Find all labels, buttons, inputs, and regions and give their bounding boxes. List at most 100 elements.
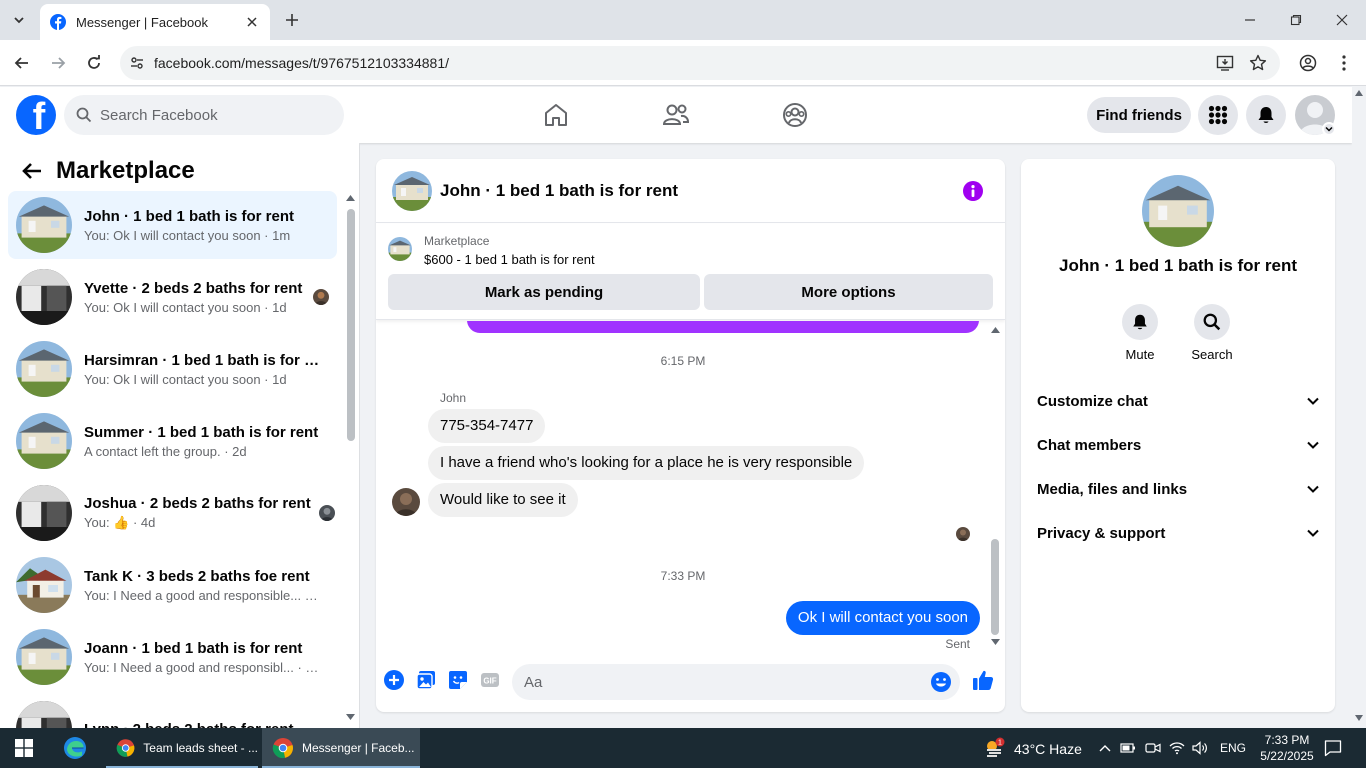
message-thread-scrollbar[interactable]	[988, 321, 1002, 653]
tab-search-button[interactable]	[6, 7, 32, 33]
friends-nav-button[interactable]	[660, 99, 692, 131]
incoming-message[interactable]: Would like to see it	[428, 483, 578, 517]
search-in-chat-button[interactable]: Search	[1182, 304, 1242, 362]
close-window-button[interactable]	[1322, 6, 1362, 34]
restore-button[interactable]	[1276, 6, 1316, 34]
site-info-icon[interactable]	[120, 55, 154, 71]
chat-avatar[interactable]	[392, 170, 432, 211]
clock-date[interactable]: 5/22/2025	[1255, 749, 1319, 763]
mark-as-pending-button[interactable]: Mark as pending	[388, 274, 700, 310]
info-icon[interactable]	[963, 181, 983, 201]
find-friends-button[interactable]: Find friends	[1087, 97, 1191, 133]
conversation-item[interactable]: Lynn · 2 beds 2 baths for rent	[8, 695, 337, 728]
conversation-item[interactable]: Joshua · 2 beds 2 baths for rent You: 👍 ·…	[8, 479, 337, 547]
message-input[interactable]	[524, 673, 914, 691]
clock-time[interactable]: 7:33 PM	[1261, 733, 1313, 747]
privacy-support-section[interactable]: Privacy & support	[1029, 513, 1327, 553]
timestamp: 6:15 PM	[660, 354, 706, 368]
forward-button[interactable]	[46, 51, 70, 75]
conversation-item[interactable]: Harsimran · 1 bed 1 bath is for re... You…	[8, 335, 337, 403]
conversation-list-scrollbar[interactable]	[344, 191, 356, 725]
conversation-item[interactable]: Yvette · 2 beds 2 baths for rent You: Ok …	[8, 263, 337, 331]
volume-icon[interactable]	[1192, 740, 1208, 756]
back-button[interactable]	[10, 51, 34, 75]
grid-menu-icon	[1208, 105, 1228, 125]
start-button[interactable]	[0, 728, 48, 768]
home-nav-button[interactable]	[540, 99, 572, 131]
listing-title[interactable]: $600 - 1 bed 1 bath is for rent	[424, 252, 595, 267]
groups-icon	[783, 103, 807, 127]
read-receipt-avatar	[318, 505, 335, 521]
conversation-name: Lynn · 2 beds 2 baths for rent	[84, 721, 320, 729]
scrollbar-thumb[interactable]	[991, 539, 999, 635]
input-language[interactable]: ENG	[1220, 741, 1246, 755]
notification-center-icon[interactable]	[1324, 739, 1342, 757]
details-avatar[interactable]	[1142, 175, 1214, 247]
tab-close-icon[interactable]	[244, 14, 260, 30]
outgoing-message[interactable]: Ok I will contact you soon	[785, 601, 980, 635]
message-input-box[interactable]	[512, 664, 960, 700]
chat-members-section[interactable]: Chat members	[1029, 425, 1327, 465]
conversation-photo	[16, 413, 72, 469]
back-arrow-icon[interactable]	[16, 155, 48, 187]
sent-status: Sent	[945, 637, 970, 651]
facebook-search-input[interactable]	[100, 106, 320, 124]
sticker-icon[interactable]	[447, 669, 469, 691]
weather-icon[interactable]: 1	[984, 737, 1006, 759]
conversation-preview: You: I Need a good and responsible... · …	[84, 587, 320, 603]
profile-account-icon[interactable]	[1296, 51, 1320, 75]
marketplace-header: Marketplace	[16, 155, 195, 187]
conversation-photo	[16, 629, 72, 685]
notifications-button[interactable]	[1246, 95, 1286, 135]
scroll-down-arrow-icon[interactable]	[990, 637, 1000, 647]
groups-nav-button[interactable]	[779, 99, 811, 131]
account-caret-icon[interactable]	[1322, 122, 1336, 136]
reload-button[interactable]	[82, 51, 106, 75]
customize-chat-section[interactable]: Customize chat	[1029, 381, 1327, 421]
incoming-message[interactable]: I have a friend who's looking for a plac…	[428, 446, 865, 480]
chat-title[interactable]: John · 1 bed 1 bath is for rent	[440, 181, 678, 201]
wifi-icon[interactable]	[1169, 740, 1185, 756]
listing-thumbnail[interactable]	[388, 237, 412, 261]
facebook-logo-icon[interactable]: f	[16, 95, 56, 135]
taskbar-task-team-leads[interactable]: Team leads sheet - ...	[106, 728, 258, 768]
battery-icon[interactable]	[1120, 740, 1136, 756]
conversation-item[interactable]: Joann · 1 bed 1 bath is for rent You: I N…	[8, 623, 337, 691]
scroll-up-arrow-icon[interactable]	[990, 325, 1000, 335]
conversation-item[interactable]: Summer · 1 bed 1 bath is for rent A conta…	[8, 407, 337, 475]
photo-icon[interactable]	[415, 669, 437, 691]
gif-icon[interactable]: GIF	[479, 669, 501, 691]
sender-avatar[interactable]	[392, 488, 420, 516]
conversation-text: John · 1 bed 1 bath is for rent You: Ok I…	[84, 208, 320, 243]
conversation-text: Tank K · 3 beds 2 baths foe rent You: I N…	[84, 568, 320, 603]
address-bar[interactable]: facebook.com/messages/t/9767512103334881…	[120, 46, 1280, 80]
conversation-name: Summer · 1 bed 1 bath is for rent	[84, 423, 319, 441]
like-thumb-icon[interactable]	[972, 669, 994, 691]
mute-button[interactable]: Mute	[1110, 304, 1170, 362]
more-options-button[interactable]: More options	[704, 274, 993, 310]
taskbar-task-messenger[interactable]: Messenger | Faceb...	[262, 728, 420, 768]
browser-menu-icon[interactable]	[1332, 51, 1356, 75]
weather-text[interactable]: 43°C Haze	[1014, 741, 1082, 757]
facebook-search-box[interactable]	[64, 95, 344, 135]
marketplace-conversations-panel: Marketplace John · 1 bed 1 bath is for r…	[0, 143, 360, 728]
page-scrollbar[interactable]	[1352, 87, 1366, 728]
conversation-item[interactable]: Tank K · 3 beds 2 baths foe rent You: I N…	[8, 551, 337, 619]
edge-taskbar-button[interactable]	[59, 732, 91, 764]
plus-circle-icon[interactable]	[383, 669, 405, 691]
incoming-message[interactable]: 775-354-7477	[428, 409, 546, 443]
media-files-links-section[interactable]: Media, files and links	[1029, 469, 1327, 509]
bookmark-star-icon[interactable]	[1247, 52, 1269, 74]
meet-now-icon[interactable]	[1145, 740, 1161, 756]
conversation-item[interactable]: John · 1 bed 1 bath is for rent You: Ok I…	[8, 191, 337, 259]
emoji-icon[interactable]	[930, 671, 952, 693]
minimize-button[interactable]	[1230, 6, 1270, 34]
browser-tab-messenger[interactable]: Messenger | Facebook	[40, 4, 270, 40]
show-hidden-icons-icon[interactable]	[1097, 740, 1113, 756]
conversation-name: Joshua · 2 beds 2 baths for rent	[84, 495, 311, 512]
scrollbar-thumb[interactable]	[347, 209, 355, 441]
install-app-icon[interactable]	[1214, 52, 1236, 74]
chevron-down-icon	[1307, 397, 1319, 405]
new-tab-button[interactable]	[280, 8, 304, 32]
menu-grid-button[interactable]	[1198, 95, 1238, 135]
